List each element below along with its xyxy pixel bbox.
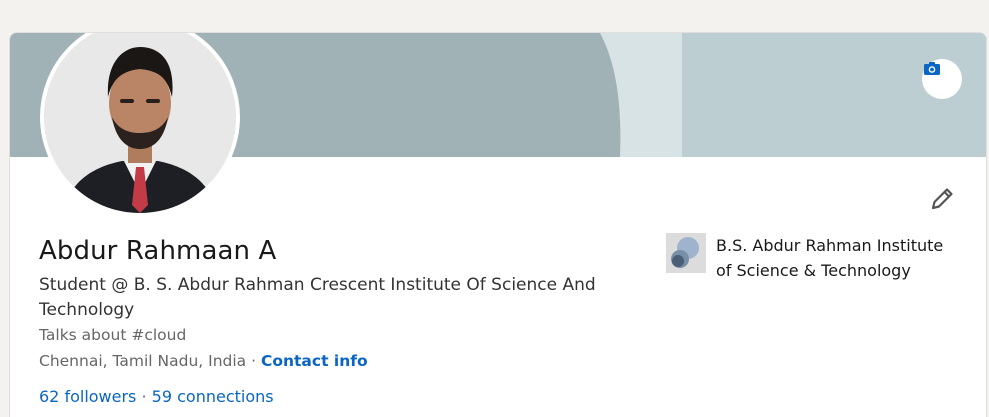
profile-photo-image [44, 33, 236, 213]
edit-intro-button[interactable] [924, 181, 960, 217]
education-name: B.S. Abdur Rahman Institute of Science &… [716, 236, 944, 280]
profile-headline: Student @ B. S. Abdur Rahman Crescent In… [39, 275, 596, 320]
school-logo-icon [666, 233, 706, 273]
profile-location: Chennai, Tamil Nadu, India [39, 352, 247, 370]
profile-photo[interactable] [40, 33, 240, 217]
location-line: Chennai, Tamil Nadu, India · Contact inf… [39, 352, 368, 370]
profile-name: Abdur Rahmaan A [39, 236, 277, 266]
edit-cover-photo-button[interactable] [922, 59, 962, 99]
profile-card: Abdur Rahmaan A Student @ B. S. Abdur Ra… [9, 32, 987, 417]
camera-icon [924, 62, 940, 75]
followers-link[interactable]: 62 followers [39, 387, 136, 406]
network-separator: · [136, 387, 152, 406]
talks-about: Talks about #cloud [39, 326, 187, 344]
pencil-icon [931, 188, 953, 210]
location-separator: · [246, 352, 261, 370]
network-line: 62 followers · 59 connections [39, 387, 274, 406]
connections-link[interactable]: 59 connections [152, 387, 274, 406]
contact-info-link[interactable]: Contact info [261, 352, 368, 370]
education-logo [666, 233, 706, 273]
education-item[interactable]: B.S. Abdur Rahman Institute of Science &… [666, 233, 956, 283]
